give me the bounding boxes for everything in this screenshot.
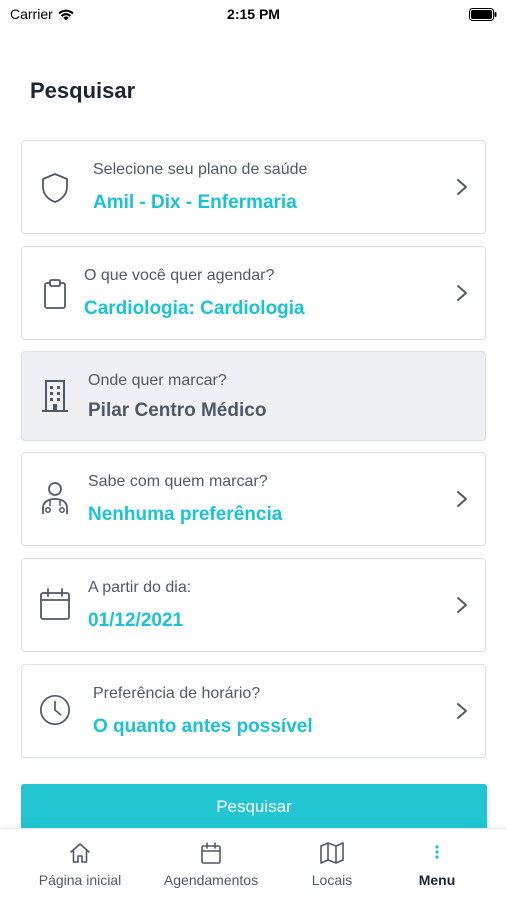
tab-home[interactable]: Página inicial	[17, 829, 143, 901]
doctor-icon	[38, 481, 72, 515]
doctor-label: Sabe com quem marcar?	[88, 473, 268, 490]
location-selector: Onde quer marcar? Pilar Centro Médico	[21, 351, 486, 441]
battery-icon	[469, 8, 497, 21]
chevron-right-icon	[457, 285, 467, 301]
date-label: A partir do dia:	[88, 579, 192, 596]
health-plan-label: Selecione seu plano de saúde	[93, 161, 308, 178]
clipboard-icon	[38, 277, 72, 311]
building-icon	[38, 379, 72, 413]
chevron-right-icon	[457, 179, 467, 195]
calendar-icon	[148, 841, 274, 865]
date-value: 01/12/2021	[88, 610, 184, 631]
specialty-label: O que você quer agendar?	[84, 267, 275, 284]
chevron-right-icon	[457, 491, 467, 507]
time-preference-value: O quanto antes possível	[93, 716, 313, 737]
status-bar: Carrier 2:15 PM	[0, 0, 507, 30]
time-preference-label: Preferência de horário?	[93, 685, 261, 702]
specialty-value: Cardiologia: Cardiologia	[84, 298, 305, 319]
time-preference-selector[interactable]: Preferência de horário? O quanto antes p…	[21, 664, 486, 758]
tab-menu[interactable]: Menu	[374, 829, 500, 901]
home-icon	[17, 841, 143, 865]
page-title: Pesquisar	[30, 78, 136, 103]
location-value: Pilar Centro Médico	[88, 400, 267, 421]
health-plan-value: Amil - Dix - Enfermaria	[93, 192, 297, 213]
location-label: Onde quer marcar?	[88, 372, 227, 389]
doctor-selector[interactable]: Sabe com quem marcar? Nenhuma preferênci…	[21, 452, 486, 546]
tab-bar: Página inicial Agendamentos Locais Menu	[0, 828, 507, 901]
shield-icon	[38, 171, 72, 205]
chevron-right-icon	[457, 703, 467, 719]
search-button-label: Pesquisar	[216, 797, 292, 816]
specialty-selector[interactable]: O que você quer agendar? Cardiologia: Ca…	[21, 246, 486, 340]
clock-time: 2:15 PM	[227, 6, 280, 22]
health-plan-selector[interactable]: Selecione seu plano de saúde Amil - Dix …	[21, 140, 486, 234]
date-selector[interactable]: A partir do dia: 01/12/2021	[21, 558, 486, 652]
tab-menu-label: Menu	[418, 872, 456, 888]
tab-home-label: Página inicial	[38, 872, 122, 888]
doctor-value: Nenhuma preferência	[88, 504, 283, 525]
calendar-icon	[38, 587, 72, 621]
more-vertical-icon	[374, 841, 500, 865]
tab-appointments[interactable]: Agendamentos	[148, 829, 274, 901]
tab-appointments-label: Agendamentos	[163, 872, 259, 888]
search-button[interactable]: Pesquisar	[21, 784, 487, 830]
chevron-right-icon	[457, 597, 467, 613]
clock-icon	[38, 693, 72, 727]
